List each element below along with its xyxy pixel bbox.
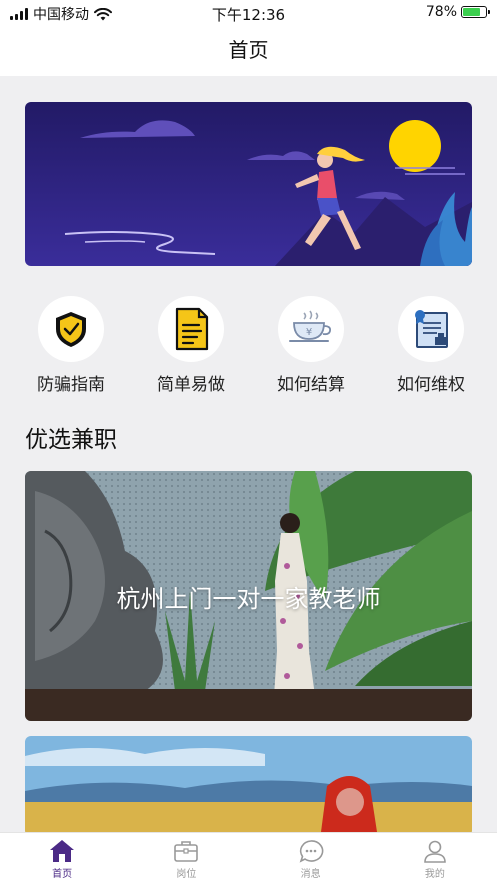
tab-jobs[interactable]: 岗位 xyxy=(136,833,236,883)
quick-label: 防骗指南 xyxy=(37,375,105,395)
document-icon xyxy=(158,296,224,362)
home-icon xyxy=(50,840,75,862)
quick-item-settlement[interactable]: ¥ 如何结算 xyxy=(256,296,366,396)
status-right: 78% xyxy=(425,4,490,20)
certificate-icon xyxy=(398,296,464,362)
status-time: 下午12:36 xyxy=(211,6,286,24)
quick-item-easy[interactable]: 简单易做 xyxy=(136,296,246,396)
job-card[interactable]: 杭州上门一对一家教老师 xyxy=(25,471,472,721)
banner-image[interactable] xyxy=(25,102,472,266)
quick-label: 如何维权 xyxy=(397,375,465,395)
tab-label: 首页 xyxy=(52,869,73,880)
job-card[interactable] xyxy=(25,736,472,836)
quick-label: 简单易做 xyxy=(157,375,225,395)
quick-item-anti-fraud[interactable]: 防骗指南 xyxy=(16,296,126,396)
tab-label: 我的 xyxy=(424,869,445,880)
chat-icon xyxy=(299,840,323,863)
battery-percent: 78% xyxy=(425,4,457,20)
briefcase-icon xyxy=(174,841,199,862)
section-title: 优选兼职 xyxy=(25,427,117,453)
job-title: 杭州上门一对一家教老师 xyxy=(116,585,381,613)
quick-label: 如何结算 xyxy=(277,375,345,395)
nav-bar: 首页 xyxy=(0,26,497,76)
tab-label: 消息 xyxy=(300,869,321,880)
tab-messages[interactable]: 消息 xyxy=(261,833,361,883)
status-bar: 中国移动 下午12:36 78% xyxy=(0,0,497,26)
quick-menu: 防骗指南 简单易做 ¥ 如何结算 如何维权 xyxy=(16,296,486,396)
user-icon xyxy=(424,840,446,863)
tab-home[interactable]: 首页 xyxy=(12,833,112,883)
quick-item-rights[interactable]: 如何维权 xyxy=(376,296,486,396)
shield-check-icon xyxy=(38,296,104,362)
page-title: 首页 xyxy=(228,38,269,62)
coffee-cup-icon: ¥ xyxy=(278,296,344,362)
battery-icon xyxy=(461,6,490,18)
tab-mine[interactable]: 我的 xyxy=(385,833,485,883)
tab-bar: 首页 岗位 消息 我的 xyxy=(0,832,497,883)
job-card-image xyxy=(25,736,472,836)
svg-text:¥: ¥ xyxy=(306,327,312,338)
banner-illustration xyxy=(25,102,472,266)
tab-label: 岗位 xyxy=(176,869,197,880)
